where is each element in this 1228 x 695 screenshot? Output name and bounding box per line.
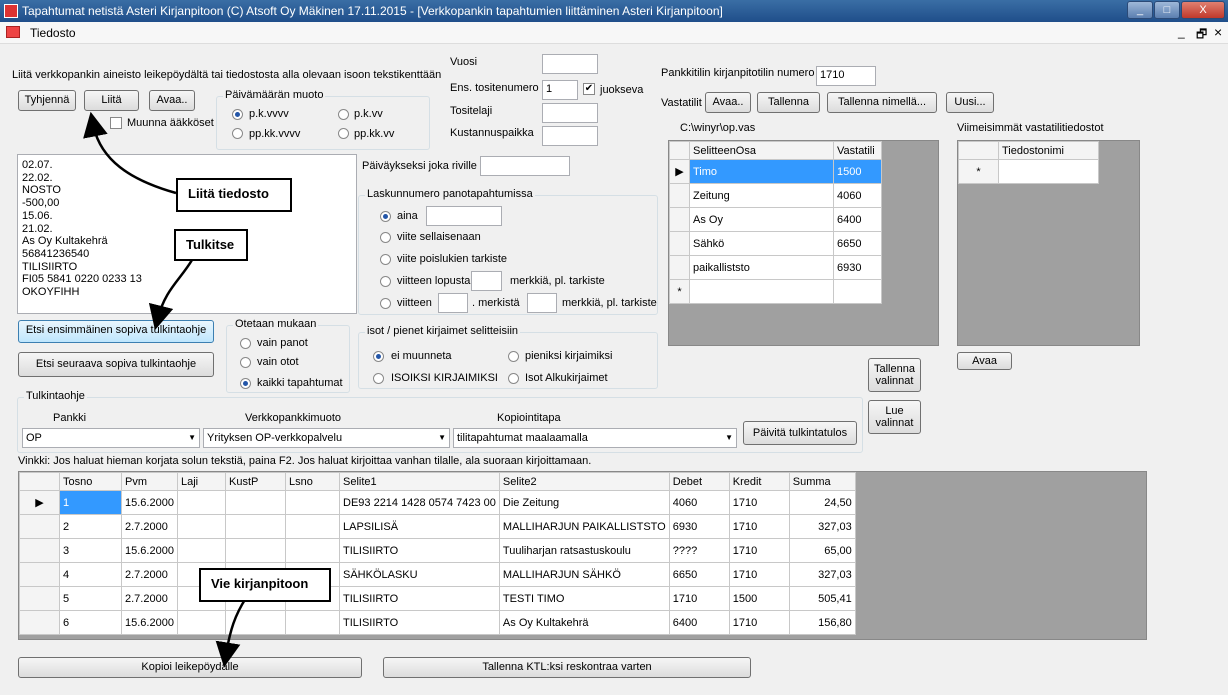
callout-interpret: Tulkitse [174, 229, 248, 261]
arrow-to-paste-button [83, 111, 177, 195]
arrow-to-copy-button [215, 597, 248, 668]
callout-arrows [83, 111, 248, 668]
callout-export: Vie kirjanpitoon [199, 568, 331, 602]
arrow-to-find-first-button [148, 259, 194, 331]
callout-paste-file: Liitä tiedosto [176, 178, 292, 212]
